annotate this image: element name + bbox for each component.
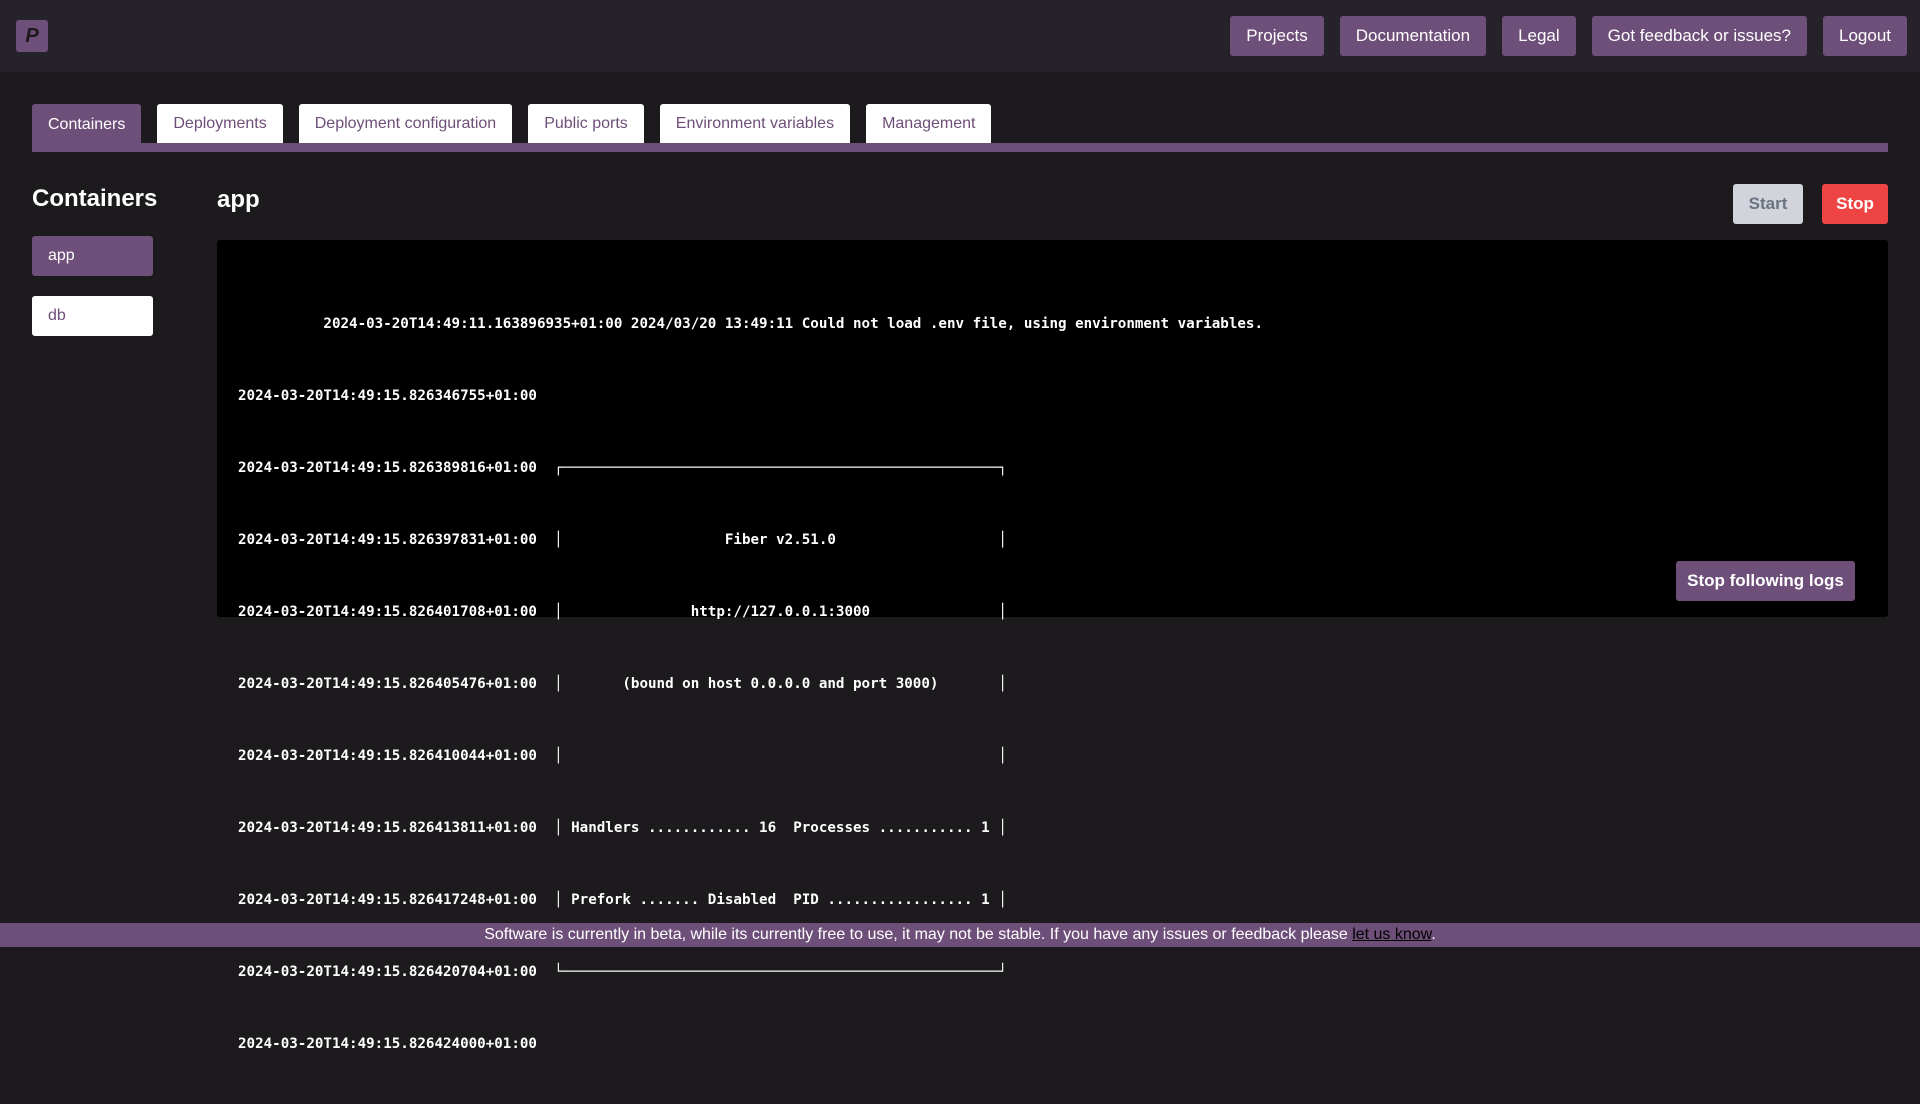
documentation-button[interactable]: Documentation	[1339, 16, 1487, 56]
log-line: 2024-03-20T14:49:15.826401708+01:00 │ ht…	[238, 604, 1007, 620]
stop-button[interactable]: Stop	[1822, 184, 1888, 224]
beta-banner-text: Software is currently in beta, while its…	[484, 926, 1353, 943]
beta-banner: Software is currently in beta, while its…	[0, 923, 1920, 947]
log-line: 2024-03-20T14:49:15.826424000+01:00	[238, 1036, 537, 1052]
stop-following-logs-button[interactable]: Stop following logs	[1676, 561, 1855, 601]
log-viewer[interactable]: 2024-03-20T14:49:11.163896935+01:00 2024…	[217, 240, 1888, 1052]
tab-deployment-configuration[interactable]: Deployment configuration	[298, 104, 513, 144]
log-line: 2024-03-20T14:49:15.826346755+01:00	[238, 388, 537, 404]
sidebar-item-db[interactable]: db	[32, 296, 153, 336]
tab-environment-variables[interactable]: Environment variables	[659, 104, 851, 144]
beta-banner-suffix: .	[1431, 926, 1436, 943]
tab-deployments[interactable]: Deployments	[157, 104, 283, 144]
log-line: 2024-03-20T14:49:15.826420704+01:00 └───…	[238, 964, 1007, 980]
legal-button[interactable]: Legal	[1502, 16, 1576, 56]
top-navigation-bar: P Projects Documentation Legal Got feedb…	[0, 0, 1920, 72]
sidebar-item-app[interactable]: app	[32, 236, 153, 276]
sidebar-title: Containers	[32, 185, 158, 212]
log-line: 2024-03-20T14:49:15.826405476+01:00 │ (b…	[238, 676, 1007, 692]
tab-underline	[32, 143, 1888, 152]
log-line: 2024-03-20T14:49:15.826389816+01:00 ┌───…	[238, 460, 1007, 476]
log-output: 2024-03-20T14:49:11.163896935+01:00 2024…	[238, 264, 1263, 1104]
start-button[interactable]: Start	[1733, 184, 1803, 224]
container-list: app db	[32, 236, 153, 356]
projects-button[interactable]: Projects	[1230, 16, 1324, 56]
app-logo[interactable]: P	[16, 20, 48, 52]
log-line: 2024-03-20T14:49:11.163896935+01:00 2024…	[238, 316, 1263, 332]
log-line: 2024-03-20T14:49:15.826413811+01:00 │ Ha…	[238, 820, 1007, 836]
container-title: app	[217, 186, 260, 213]
log-line: 2024-03-20T14:49:15.826397831+01:00 │ Fi…	[238, 532, 1007, 548]
log-line: 2024-03-20T14:49:15.826417248+01:00 │ Pr…	[238, 892, 1007, 908]
log-line: 2024-03-20T14:49:15.826410044+01:00 │ │	[238, 748, 1007, 764]
let-us-know-link[interactable]: let us know	[1352, 926, 1431, 943]
feedback-button[interactable]: Got feedback or issues?	[1591, 16, 1807, 56]
tab-public-ports[interactable]: Public ports	[528, 104, 644, 144]
logout-button[interactable]: Logout	[1823, 16, 1907, 56]
tab-management[interactable]: Management	[866, 104, 992, 144]
top-nav: Projects Documentation Legal Got feedbac…	[1230, 16, 1907, 56]
